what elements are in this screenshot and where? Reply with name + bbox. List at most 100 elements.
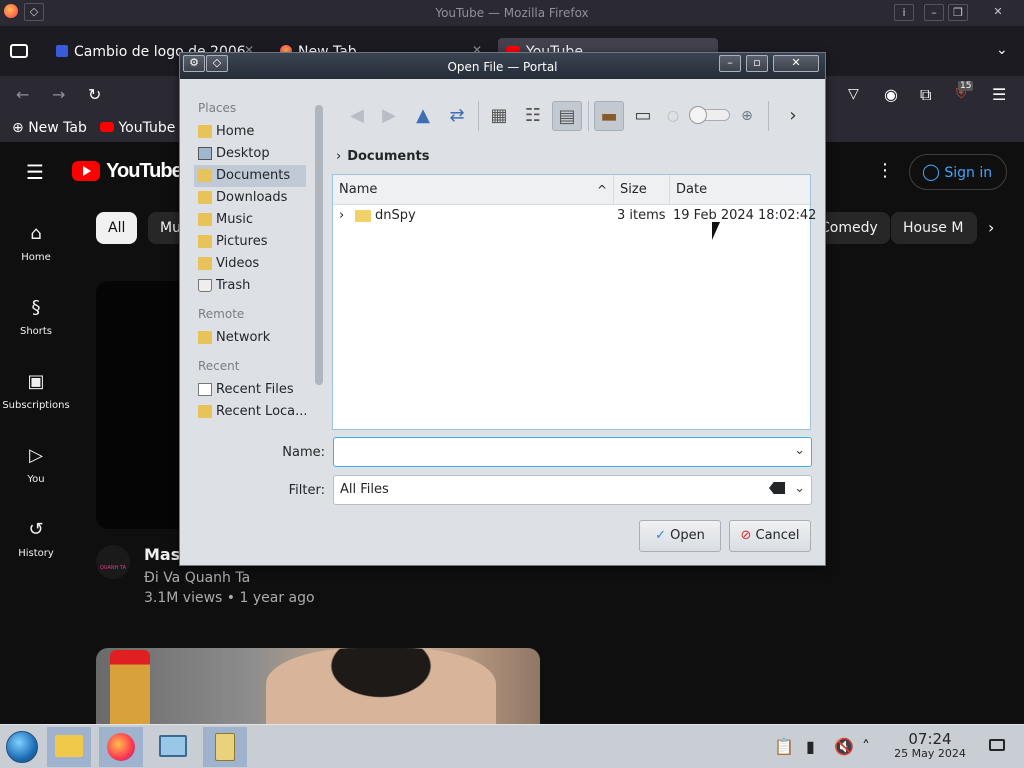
keep-above-button[interactable]: ⅰ <box>894 4 914 21</box>
place-pictures[interactable]: Pictures <box>194 231 306 253</box>
zoom-slider-handle[interactable] <box>689 106 707 124</box>
forward-icon[interactable]: → <box>52 85 65 104</box>
clear-text-icon[interactable] <box>769 482 785 494</box>
filter-combobox[interactable]: All Files ⌄ <box>333 475 812 505</box>
recent-locations-icon <box>198 405 212 418</box>
clock[interactable]: 07:24 25 May 2024 <box>888 731 972 761</box>
sidebar-item-you[interactable]: ▷ You <box>0 444 72 485</box>
video-title[interactable]: Mas <box>144 545 180 564</box>
back-icon[interactable]: ◀ <box>342 101 372 131</box>
face-image <box>266 648 496 728</box>
maximize-button[interactable]: ▫ <box>746 55 768 72</box>
place-network[interactable]: Network <box>194 327 306 349</box>
battery-icon[interactable]: ▮ <box>806 737 815 756</box>
sidebar-item-subscriptions[interactable]: ▣ Subscriptions <box>0 370 72 411</box>
cancel-button[interactable]: ⊘ Cancel <box>729 520 811 552</box>
reload-icon[interactable]: ↻ <box>88 85 101 104</box>
taskbar-firefox[interactable] <box>99 727 143 767</box>
taskbar-file-manager[interactable] <box>47 727 91 767</box>
place-desktop[interactable]: Desktop <box>194 143 306 165</box>
scrollbar-thumb[interactable] <box>315 105 323 385</box>
name-input[interactable] <box>338 442 778 462</box>
place-trash[interactable]: Trash <box>194 275 306 297</box>
sidebar-item-shorts[interactable]: § Shorts <box>0 296 72 337</box>
video-thumbnail[interactable] <box>96 648 540 728</box>
zoom-in-icon[interactable]: ⊕ <box>732 101 762 131</box>
tab-overview-icon[interactable] <box>10 44 28 58</box>
start-menu-icon[interactable] <box>6 731 38 763</box>
forward-icon[interactable]: ▶ <box>374 101 404 131</box>
maximize-button[interactable]: ❐ <box>948 4 968 21</box>
detail-view-icon[interactable]: ▤ <box>552 101 582 131</box>
taskbar-archive[interactable] <box>203 727 247 767</box>
more-chevron-icon[interactable]: › <box>778 101 808 131</box>
extensions-icon[interactable]: ⧉ <box>920 85 931 105</box>
chevron-down-icon[interactable]: ⌄ <box>794 443 805 458</box>
channel-avatar[interactable]: QUANH TA <box>96 545 130 579</box>
place-videos[interactable]: Videos <box>194 253 306 275</box>
compact-view-icon[interactable]: ☷ <box>518 101 548 131</box>
open-file-dialog: ⚙ ◇ Open File — Portal – ▫ ✕ Places Home… <box>179 52 826 566</box>
taskbar-system-settings[interactable] <box>151 727 195 767</box>
chip-house[interactable]: House M <box>891 212 977 244</box>
places-scrollbar[interactable] <box>315 105 323 385</box>
sign-in-button[interactable]: ◯ Sign in <box>909 154 1007 190</box>
sidebar-item-home[interactable]: ⌂ Home <box>0 222 72 263</box>
monitor-icon <box>159 735 187 757</box>
folder-icon <box>355 210 371 222</box>
place-home[interactable]: Home <box>194 121 306 143</box>
show-preview-panel-icon[interactable]: ▭ <box>628 101 658 131</box>
up-icon[interactable]: ▲ <box>408 101 438 131</box>
expand-chevron-icon[interactable]: › <box>339 205 344 227</box>
table-row[interactable]: › dnSpy 3 items 19 Feb 2024 18:02:42 <box>333 205 816 227</box>
youtube-play-icon <box>72 161 100 181</box>
channel-name[interactable]: Đi Va Quanh Ta <box>144 570 250 586</box>
chip-all[interactable]: All <box>96 212 138 244</box>
zoom-slider[interactable] <box>689 106 730 124</box>
places-panel: Places Home Desktop Documents Downloads … <box>192 97 310 427</box>
file-list-header: Name ^ Size Date <box>333 175 810 205</box>
place-documents[interactable]: Documents <box>194 165 306 187</box>
minimize-button[interactable]: – <box>924 4 944 21</box>
back-icon[interactable]: ← <box>16 85 29 104</box>
column-header-date[interactable]: Date <box>670 175 810 205</box>
place-recent-locations[interactable]: Recent Loca... <box>194 401 306 423</box>
name-combobox[interactable]: ⌄ <box>333 437 812 467</box>
column-header-name[interactable]: Name ^ <box>333 175 614 205</box>
account-circle-icon: ◯ <box>922 162 940 181</box>
more-options-icon[interactable]: ⋮ <box>876 160 894 181</box>
account-icon[interactable]: ◉ <box>884 85 898 104</box>
file-list[interactable]: Name ^ Size Date › dnSpy 3 items 19 Feb … <box>332 174 816 430</box>
tray-expand-chevron-icon[interactable]: ˄ <box>862 737 870 756</box>
places-header: Places <box>198 101 237 115</box>
place-recent-files[interactable]: Recent Files <box>194 379 306 401</box>
youtube-sidebar: ⌂ Home § Shorts ▣ Subscriptions ▷ You ↺ Histo… <box>0 222 72 582</box>
breadcrumb[interactable]: › Documents <box>336 149 636 169</box>
show-desktop-icon[interactable] <box>989 739 1005 751</box>
chevron-down-icon[interactable]: ⌄ <box>794 481 805 496</box>
minimize-button[interactable]: – <box>719 55 741 72</box>
close-button[interactable]: ✕ <box>988 4 1008 21</box>
close-button[interactable]: ✕ <box>773 55 819 72</box>
preview-icon[interactable]: ▬ <box>594 101 624 131</box>
bookmark-new-tab[interactable]: ⊕ New Tab <box>12 120 87 136</box>
icons-view-icon[interactable]: ▦ <box>484 101 514 131</box>
column-header-size[interactable]: Size <box>614 175 670 205</box>
place-downloads[interactable]: Downloads <box>194 187 306 209</box>
pocket-icon[interactable]: ▽ <box>848 86 859 102</box>
volume-muted-icon[interactable]: 🔇 <box>834 737 854 756</box>
reload-icon[interactable]: ⇄ <box>442 101 472 131</box>
place-music[interactable]: Music <box>194 209 306 231</box>
sidebar-item-history[interactable]: ↺ History <box>0 518 72 559</box>
hamburger-menu-icon[interactable]: ☰ <box>26 160 44 184</box>
folder-icon <box>55 735 83 757</box>
youtube-logo[interactable]: YouTube <box>72 160 183 183</box>
menu-icon[interactable]: ☰ <box>992 85 1006 104</box>
zoom-out-icon[interactable]: ○ <box>658 101 688 131</box>
chevron-right-icon[interactable]: › <box>988 218 994 237</box>
clock-time: 07:24 <box>908 730 952 748</box>
clipboard-icon[interactable]: 📋 <box>774 737 794 756</box>
open-button[interactable]: ✓ Open <box>639 520 721 552</box>
list-all-tabs-icon[interactable]: ⌄ <box>996 42 1008 58</box>
bookmark-youtube[interactable]: YouTube <box>100 120 175 136</box>
